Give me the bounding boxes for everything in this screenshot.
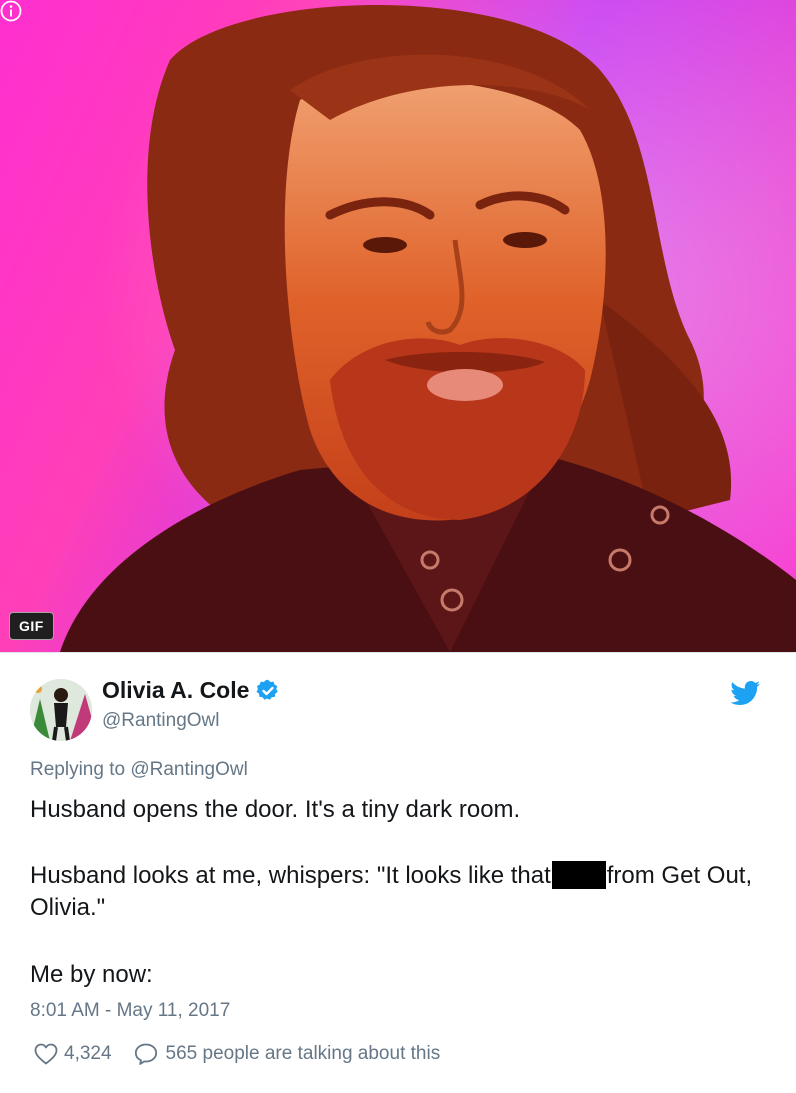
like-count[interactable]: 4,324	[64, 1043, 112, 1065]
author-row[interactable]: Olivia A. Cole	[102, 677, 280, 704]
info-icon[interactable]	[0, 0, 22, 22]
reply-context[interactable]: Replying to @RantingOwl	[30, 759, 248, 781]
gif-media[interactable]: GIF	[0, 0, 796, 652]
author-name[interactable]: Olivia A. Cole	[102, 677, 249, 704]
heart-icon[interactable]	[34, 1043, 58, 1065]
gif-badge: GIF	[9, 612, 54, 640]
author-handle[interactable]: @RantingOwl	[102, 710, 220, 732]
verified-badge-icon	[256, 679, 279, 700]
redaction-box	[551, 861, 606, 889]
avatar[interactable]	[30, 679, 92, 741]
tweet-line-1: Husband opens the door. It's a tiny dark…	[30, 796, 521, 823]
timestamp[interactable]: 8:01 AM - May 11, 2017	[30, 1000, 230, 1022]
twitter-bird-icon[interactable]	[730, 681, 760, 705]
tweet-card: Olivia A. Cole @RantingOwl Replying to @…	[0, 652, 796, 1093]
tweet-line-2: Husband looks at me, whispers: "It looks…	[30, 860, 760, 924]
tweet-line-2-start: Husband looks at me, whispers: "It looks…	[30, 862, 551, 889]
reply-bubble-icon[interactable]	[134, 1043, 158, 1065]
tweet-actions: 4,324 565 people are talking about this	[34, 1043, 440, 1065]
gif-frame-illustration	[0, 0, 796, 652]
conversation-link[interactable]: 565 people are talking about this	[166, 1043, 441, 1065]
tweet-line-3: Me by now:	[30, 961, 153, 988]
